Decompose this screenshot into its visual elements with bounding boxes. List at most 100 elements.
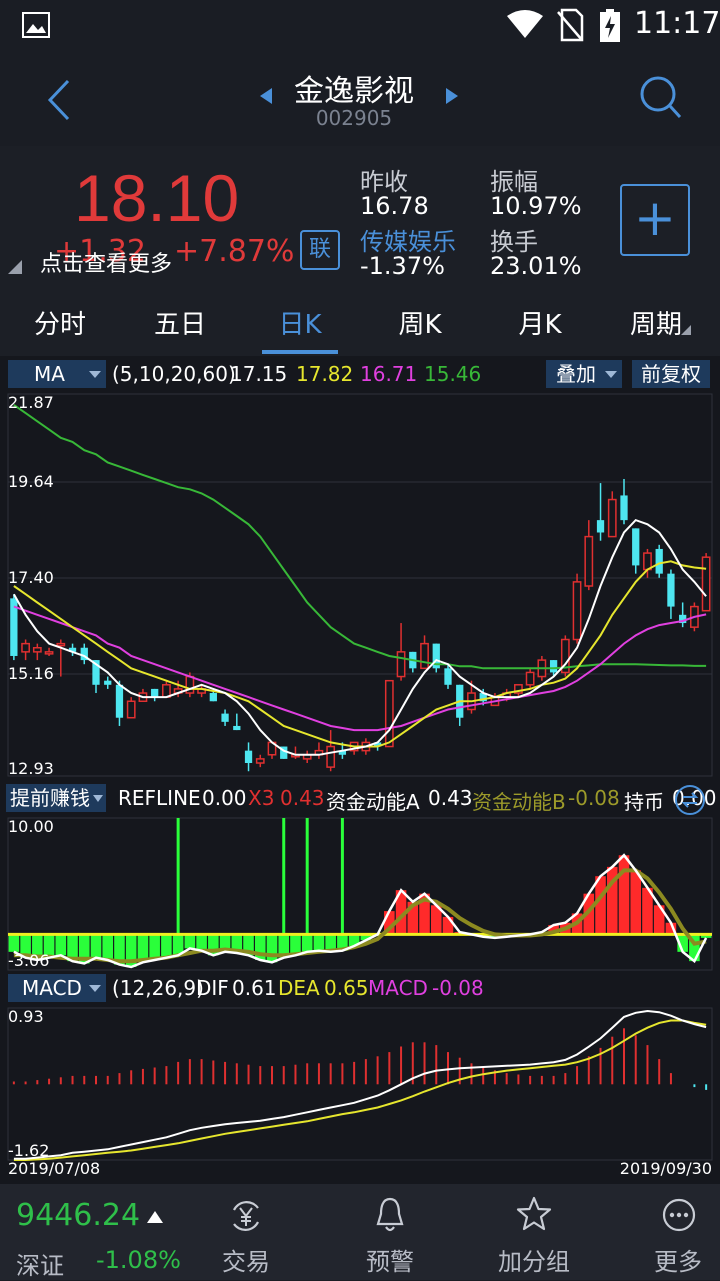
- candle-body: [151, 688, 159, 698]
- bottom-nav: 9446.24 深证 -1.08% 交易 预警 加分组 更多: [0, 1184, 720, 1280]
- ind-tick-1: -3.06: [8, 951, 49, 970]
- ind-tick-0: 10.00: [8, 817, 54, 836]
- search-icon[interactable]: [638, 74, 682, 120]
- candle-body: [396, 651, 406, 678]
- prev-stock-icon[interactable]: [258, 86, 274, 106]
- candle-body: [21, 642, 30, 653]
- index-name: 深证: [16, 1252, 64, 1280]
- ma5-line: [13, 518, 707, 756]
- k-panel-border: [7, 393, 713, 777]
- candle-body: [209, 693, 217, 702]
- no-sim-icon: [557, 8, 584, 42]
- tab-period[interactable]: 周期: [600, 294, 712, 356]
- image-notification-icon: [22, 12, 50, 38]
- amplitude-value: 10.97%: [490, 192, 582, 220]
- candle-body: [525, 671, 535, 686]
- indicator-bar: [618, 855, 630, 935]
- index-ticker[interactable]: 9446.24 深证 -1.08%: [0, 1184, 200, 1280]
- indicator-bar: [301, 934, 313, 952]
- indicator-bar: [595, 876, 606, 935]
- indicator-bar: [90, 934, 102, 958]
- indicator-bar: [266, 934, 278, 963]
- candle-body: [701, 556, 711, 612]
- tab-intraday[interactable]: 分时: [0, 294, 120, 356]
- candle-body: [620, 495, 628, 521]
- chart-area[interactable]: MA (5,10,20,60) 17.15 17.82 16.71 15.46 …: [0, 356, 720, 1184]
- candle-body: [584, 535, 594, 587]
- wifi-icon: [507, 10, 543, 38]
- more-icon: [662, 1198, 696, 1232]
- candle-body: [126, 700, 136, 719]
- status-bar: 11:17: [0, 0, 720, 52]
- candle-body: [667, 573, 675, 607]
- nav-more[interactable]: 更多: [606, 1184, 720, 1280]
- nav-alert-label: 预警: [366, 1248, 414, 1276]
- indicator-bar: [184, 934, 196, 949]
- triangle-up-icon: [147, 1211, 163, 1223]
- lian-button[interactable]: 联: [300, 230, 340, 270]
- index-change: -1.08%: [96, 1246, 181, 1274]
- chart-svg[interactable]: 21.87 19.64 17.40 15.16 12.93 10.00 -3.0…: [0, 356, 720, 1184]
- indicator-bar: [161, 934, 172, 958]
- candle-body: [384, 679, 394, 748]
- indicator-bar: [55, 934, 67, 956]
- nav-add-group[interactable]: 加分组: [462, 1184, 606, 1280]
- candle-body: [596, 520, 605, 533]
- candle-body: [444, 668, 452, 685]
- k-tick-0: 21.87: [8, 393, 54, 412]
- candle-body: [32, 646, 42, 653]
- candle-body: [115, 684, 124, 718]
- indicator-bar: [196, 934, 207, 951]
- macd-tick-1: -1.62: [8, 1141, 49, 1160]
- period-tabs: 分时 五日 日K 周K 月K 周期: [0, 294, 720, 357]
- current-price: 18.10: [74, 161, 240, 235]
- candle-body: [104, 680, 112, 685]
- ma60-line: [13, 404, 707, 670]
- back-arrow-icon[interactable]: [44, 78, 74, 122]
- yen-exchange-icon: [233, 1201, 259, 1231]
- candle-body: [420, 642, 429, 670]
- candle-body: [607, 498, 617, 538]
- corner-triangle-icon: [8, 260, 22, 274]
- indicator-bar: [102, 934, 114, 960]
- candle-body: [326, 745, 336, 768]
- candle-body: [244, 750, 253, 764]
- tab-daily-k[interactable]: 日K: [240, 294, 360, 356]
- stock-header: 金逸影视 002905: [0, 52, 720, 144]
- battery-charging-icon: [600, 9, 620, 42]
- nav-trade[interactable]: 交易: [174, 1184, 318, 1280]
- nav-alert[interactable]: 预警: [318, 1184, 462, 1280]
- macd-panel-border: [7, 1007, 713, 1161]
- candle-body: [56, 642, 66, 647]
- add-watchlist-button[interactable]: +: [620, 184, 690, 256]
- k-tick-1: 19.64: [8, 472, 54, 491]
- k-tick-4: 12.93: [8, 759, 54, 778]
- ma10-line: [13, 560, 707, 748]
- next-stock-icon[interactable]: [444, 86, 460, 106]
- indicator-bar: [149, 934, 160, 960]
- macd-tick-0: 0.93: [8, 1007, 44, 1026]
- tab-five-day[interactable]: 五日: [120, 294, 240, 356]
- quote-panel[interactable]: 18.10 +1.32 +7.87% 点击查看更多 联 昨收 16.78 传媒娱…: [0, 146, 720, 294]
- date-start: 2019/07/08: [8, 1159, 100, 1178]
- candle-body: [572, 581, 582, 641]
- indicator-bar: [442, 916, 454, 935]
- dea-line: [13, 1019, 707, 1161]
- status-time: 11:17: [634, 6, 720, 41]
- tab-weekly-k[interactable]: 周K: [360, 294, 480, 356]
- nav-more-label: 更多: [654, 1248, 702, 1276]
- nav-trade-label: 交易: [222, 1248, 270, 1276]
- dif-line: [13, 1009, 707, 1160]
- price-change-pct: +7.87%: [174, 234, 295, 269]
- candle-body: [655, 548, 663, 574]
- stock-code: 002905: [315, 106, 393, 130]
- period-dropdown-icon: [681, 325, 691, 335]
- turnover-value: 23.01%: [490, 252, 582, 280]
- k-tick-3: 15.16: [8, 664, 54, 683]
- tab-monthly-k[interactable]: 月K: [480, 294, 600, 356]
- view-more-overlay[interactable]: 点击查看更多: [40, 246, 172, 278]
- candle-body: [221, 713, 229, 722]
- k-tick-2: 17.40: [8, 568, 54, 587]
- active-tab-indicator: [262, 350, 338, 354]
- candle-body: [549, 660, 558, 673]
